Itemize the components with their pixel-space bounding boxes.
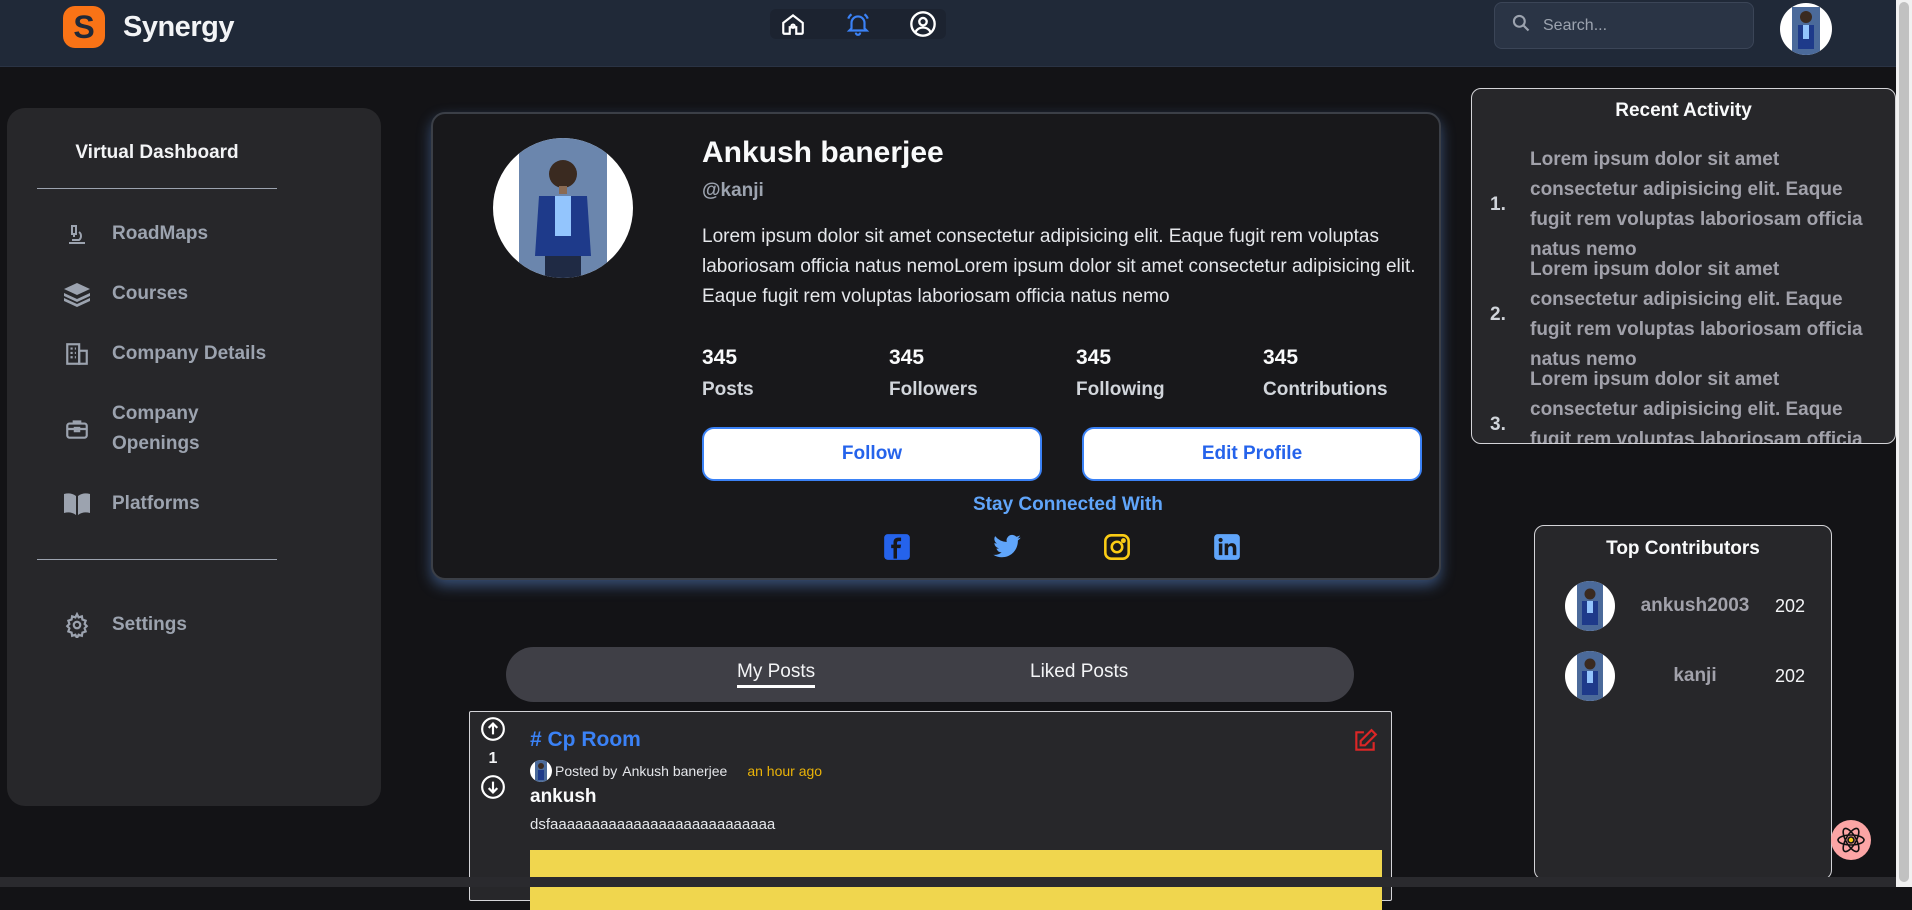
- profile-card: Ankush banerjee @kanji Lorem ipsum dolor…: [431, 112, 1441, 580]
- stat-value: 345: [889, 346, 925, 369]
- post-author[interactable]: Ankush banerjee: [622, 763, 727, 779]
- search-icon: [1511, 13, 1531, 38]
- brand-name: Synergy: [123, 10, 234, 43]
- activity-number: 1.: [1490, 194, 1506, 215]
- user-circle-icon[interactable]: [908, 9, 938, 39]
- sidebar-item-courses[interactable]: Courses: [62, 279, 188, 309]
- stat-label: Posts: [702, 379, 754, 400]
- twitter-icon[interactable]: [992, 532, 1022, 562]
- contributor-name: ankush2003: [1640, 595, 1750, 616]
- edit-icon[interactable]: [1350, 726, 1380, 756]
- sidebar-item-settings[interactable]: Settings: [62, 610, 187, 640]
- post-title: ankush: [530, 786, 597, 807]
- microscope-icon: [62, 219, 92, 249]
- stat-followers: 345 Followers: [889, 346, 978, 401]
- sidebar-item-company-details[interactable]: Company Details: [62, 339, 266, 369]
- activity-item: 1. Lorem ipsum dolor sit amet consectetu…: [1490, 145, 1880, 265]
- stay-connected-label: Stay Connected With: [973, 494, 1163, 515]
- tab-my-posts[interactable]: My Posts: [737, 661, 816, 688]
- posted-by-label: Posted by: [555, 763, 618, 779]
- sidebar-item-label: Settings: [112, 614, 187, 635]
- recent-activity-panel: Recent Activity 1. Lorem ipsum dolor sit…: [1471, 88, 1896, 444]
- activity-number: 2.: [1490, 304, 1506, 325]
- instagram-icon[interactable]: [1102, 532, 1132, 562]
- downvote-icon[interactable]: [480, 774, 506, 800]
- contributor-score: 202: [1774, 595, 1805, 616]
- post-time: an hour ago: [747, 763, 823, 779]
- gear-icon: [62, 610, 92, 640]
- author-avatar: [530, 760, 552, 782]
- activity-text: Lorem ipsum dolor sit amet consectetur a…: [1530, 259, 1863, 370]
- post-card: 1 # Cp Room Posted by Ankush banerjee an…: [469, 711, 1392, 910]
- sidebar: Virtual Dashboard RoadMaps Courses Compa…: [7, 108, 381, 806]
- sidebar-item-label: Platforms: [112, 493, 200, 514]
- contributor-avatar: [1565, 651, 1615, 701]
- edit-profile-button[interactable]: Edit Profile: [1082, 427, 1422, 481]
- stat-value: 345: [1076, 346, 1112, 369]
- posts-tabs: My Posts Liked Posts: [506, 647, 1354, 702]
- sidebar-divider: [37, 188, 277, 189]
- profile-bio: Lorem ipsum dolor sit amet consectetur a…: [702, 226, 1416, 307]
- linkedin-icon[interactable]: [1212, 532, 1242, 562]
- brand[interactable]: S Synergy: [63, 6, 234, 48]
- home-icon[interactable]: [778, 9, 808, 39]
- nav-icon-group: [770, 9, 946, 39]
- stat-label: Following: [1076, 379, 1165, 400]
- recent-activity-title: Recent Activity: [1615, 100, 1752, 121]
- upvote-icon[interactable]: [480, 716, 506, 742]
- contributor-row[interactable]: kanji 202: [1565, 651, 1805, 701]
- page-scrollbar[interactable]: [1896, 0, 1912, 887]
- facebook-icon[interactable]: [882, 532, 912, 562]
- sidebar-item-company-openings[interactable]: Company Openings: [62, 399, 232, 459]
- bell-icon[interactable]: [843, 9, 873, 39]
- building-icon: [62, 339, 92, 369]
- search-input[interactable]: [1543, 16, 1733, 35]
- book-icon: [62, 489, 92, 519]
- sidebar-title: Virtual Dashboard: [75, 142, 239, 163]
- profile-avatar: [493, 138, 633, 278]
- layers-icon: [62, 279, 92, 309]
- sidebar-item-label: Company Openings: [112, 403, 200, 454]
- sidebar-item-label: RoadMaps: [112, 223, 209, 244]
- activity-text: Lorem ipsum dolor sit amet consectetur a…: [1530, 369, 1863, 444]
- stat-following: 345 Following: [1076, 346, 1165, 401]
- bottom-strip: [0, 877, 1896, 887]
- vote-count: 1: [488, 750, 498, 767]
- contributor-avatar: [1565, 581, 1615, 631]
- devtools-badge-icon[interactable]: [1831, 820, 1871, 860]
- follow-button[interactable]: Follow: [702, 427, 1042, 481]
- profile-handle: @kanji: [702, 180, 764, 201]
- contributor-row[interactable]: ankush2003 202: [1565, 581, 1805, 631]
- stat-label: Followers: [889, 379, 978, 400]
- stat-label: Contributions: [1263, 379, 1388, 400]
- tab-liked-posts[interactable]: Liked Posts: [1030, 661, 1128, 683]
- profile-name: Ankush banerjee: [702, 136, 944, 169]
- post-body: dsfaaaaaaaaaaaaaaaaaaaaaaaaaaa: [530, 816, 776, 833]
- activity-number: 3.: [1490, 414, 1506, 435]
- sidebar-divider: [37, 559, 277, 560]
- post-meta: Posted by Ankush banerjee an hour ago: [530, 760, 822, 782]
- post-room-link[interactable]: # Cp Room: [530, 728, 641, 752]
- activity-item: 3. Lorem ipsum dolor sit amet consectetu…: [1490, 365, 1880, 444]
- search-box[interactable]: [1494, 2, 1754, 49]
- scrollbar-thumb[interactable]: [1899, 2, 1909, 882]
- contributor-score: 202: [1774, 665, 1805, 686]
- brand-logo: S: [63, 6, 105, 48]
- sidebar-item-label: Company Details: [112, 343, 267, 364]
- activity-item: 2. Lorem ipsum dolor sit amet consectetu…: [1490, 255, 1880, 375]
- stat-contributions: 345 Contributions: [1263, 346, 1388, 401]
- stat-value: 345: [702, 346, 738, 369]
- top-contributors-panel: Top Contributors ankush2003 202 kanji 20…: [1534, 525, 1832, 880]
- briefcase-icon: [62, 414, 92, 444]
- top-navbar: S Synergy: [0, 0, 1896, 67]
- stat-posts: 345 Posts: [702, 346, 754, 401]
- activity-text: Lorem ipsum dolor sit amet consectetur a…: [1530, 149, 1863, 260]
- user-avatar[interactable]: [1780, 3, 1832, 55]
- sidebar-item-label: Courses: [112, 283, 189, 304]
- sidebar-item-platforms[interactable]: Platforms: [62, 489, 200, 519]
- top-contributors-title: Top Contributors: [1606, 538, 1760, 559]
- stat-value: 345: [1263, 346, 1299, 369]
- sidebar-item-roadmaps[interactable]: RoadMaps: [62, 219, 208, 249]
- contributor-name: kanji: [1673, 665, 1717, 686]
